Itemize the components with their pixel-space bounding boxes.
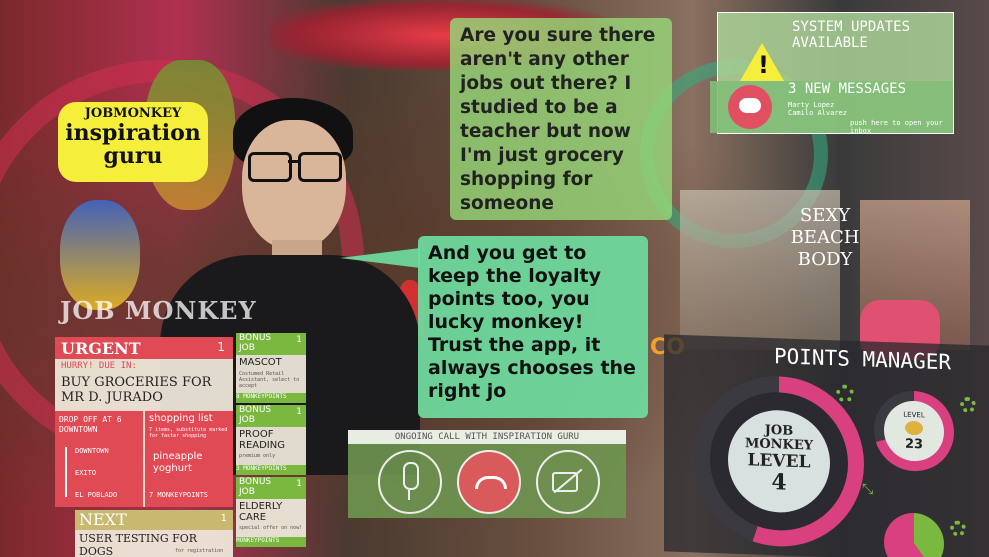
route-line [65,447,67,497]
urgent-label: URGENT [61,339,141,358]
system-updates-panel[interactable]: ! SYSTEM UPDATES AVAILABLE 3 NEW MESSAGE… [710,12,954,135]
new-messages-text: 3 NEW MESSAGES [788,81,907,97]
hangup-icon [475,476,507,489]
small-level-label: LEVEL [903,410,925,420]
bonus-badge: 1 [296,407,302,417]
bonus-label: BONUS JOB [239,477,272,497]
urgent-points: 7 MONKEYPOINTS [149,491,209,499]
bg-sign-text: SEXY BEACH BODY [790,205,860,270]
bonus-badge: 1 [296,335,302,345]
badge-guru: guru [103,143,163,169]
warning-icon: ! [740,43,784,81]
small-level-face: LEVEL 23 [884,400,944,463]
message-icon [728,85,772,129]
inspiration-guru-badge: JOBMONKEY inspiration guru [58,102,208,182]
bonus-label: BONUS JOB [239,405,272,425]
microphone-button[interactable] [378,450,442,514]
bonus-job-card[interactable]: BONUS JOB 1 ELDERLY CARE special offer o… [236,477,306,547]
badge-jobmonkey: JOBMONKEY [84,106,182,121]
bonus-job-card[interactable]: BONUS JOB 1 MASCOT Costumed Retail Assis… [236,333,306,403]
list-item-2: yoghurt [153,463,193,474]
dropoff-text: DROP OFF AT 6 DOWNTOWN [59,415,122,434]
bonus-title: PROOF READING [239,429,285,451]
bonus-points: MONKEYPOINTS [236,537,306,547]
gear-icon[interactable] [960,396,976,414]
mic-stand [408,490,410,500]
reply-bubble-tail [340,248,420,268]
next-badge: 1 [220,513,227,524]
stop-2: EXITO [75,469,97,477]
call-label: ONGOING CALL WITH INSPIRATION GURU [348,430,626,444]
urgent-header: URGENT 1 [55,337,233,359]
shopping-list-note: 7 items, substitute marked for faster sh… [149,427,228,439]
points-manager-panel: POINTS MANAGER JOB MONKEY LEVEL 4 LEVEL … [664,334,989,557]
badge-inspiration: inspiration [65,120,201,146]
next-label: NEXT [79,510,127,529]
bonus-title: MASCOT [239,357,282,368]
bonus-points: 8 MONKEYPOINTS [236,393,306,403]
urgent-job-card[interactable]: URGENT 1 HURRY! DUE IN: BUY GROCERIES FO… [55,337,233,507]
call-panel: ONGOING CALL WITH INSPIRATION GURU [348,430,626,518]
small-level-dial[interactable]: LEVEL 23 [874,389,954,473]
urgent-sub: HURRY! DUE IN: [61,361,137,371]
bonus-desc: special offer on now! [239,525,303,531]
next-header: NEXT 1 [75,510,233,530]
glasses-icon [244,152,344,182]
shopping-list-title: shopping list [149,413,213,424]
next-desc: for registration [175,548,224,554]
open-inbox-prompt: push here to open your inbox [850,119,943,135]
urgent-title: BUY GROCERIES FOR MR D. JURADO [61,375,212,405]
reply-bubble: And you get to keep the loyalty points t… [418,236,648,418]
video-toggle-button[interactable] [536,450,600,514]
bonus-desc: Costumed Retail Assistant, select to acc… [239,371,300,389]
small-level-number: 23 [904,436,924,453]
next-job-card[interactable]: NEXT 1 USER TESTING FOR DOGS for registr… [75,510,233,557]
gear-icon[interactable] [836,384,854,403]
bonus-desc: premium only [239,453,276,459]
bonus-header: BONUS JOB 1 [236,477,306,499]
bonus-header: BONUS JOB 1 [236,405,306,427]
messages-row[interactable]: 3 NEW MESSAGES Marty Lopez Camilo Alvare… [710,81,953,135]
stop-3: EL POBLADO [75,491,118,499]
collapse-arrows-icon[interactable]: ⤡ [862,481,873,497]
dropoff-box: DROP OFF AT 6 DOWNTOWN DOWNTOWN EXITO EL… [55,411,143,507]
gear-icon[interactable] [950,520,966,537]
points-manager-title: POINTS MANAGER [774,344,952,375]
reply-text: And you get to keep the loyalty points t… [428,242,636,402]
list-item-1: pineapple [153,451,203,462]
urgent-badge: 1 [217,340,225,354]
message-contacts: Marty Lopez Camilo Alvarez [788,101,848,117]
person-face [242,120,346,250]
job-monkey-title: JOB MONKEY [60,296,257,325]
bonus-header: BONUS JOB 1 [236,333,306,355]
bonus-title: ELDERLY CARE [239,501,283,523]
bonus-job-card[interactable]: BONUS JOB 1 PROOF READING premium only 3… [236,405,306,475]
bg-parrot-left [60,200,140,310]
level-line4: 4 [771,469,787,496]
video-frame: SEXY BEACH BODY CO JOBMONKEY inspiration… [0,0,989,557]
question-bubble: Are you sure there aren't any other jobs… [450,18,672,220]
question-text: Are you sure there aren't any other jobs… [460,25,656,214]
bottom-dial[interactable] [884,512,944,557]
stop-1: DOWNTOWN [75,447,109,455]
end-call-button[interactable] [457,450,521,514]
microphone-icon [403,462,419,490]
monkey-face-icon [905,420,923,436]
system-updates-title: SYSTEM UPDATES AVAILABLE [792,19,911,51]
bonus-points: 3 MONKEYPOINTS [236,465,306,475]
bonus-label: BONUS JOB [239,333,272,353]
bonus-badge: 1 [296,479,302,489]
